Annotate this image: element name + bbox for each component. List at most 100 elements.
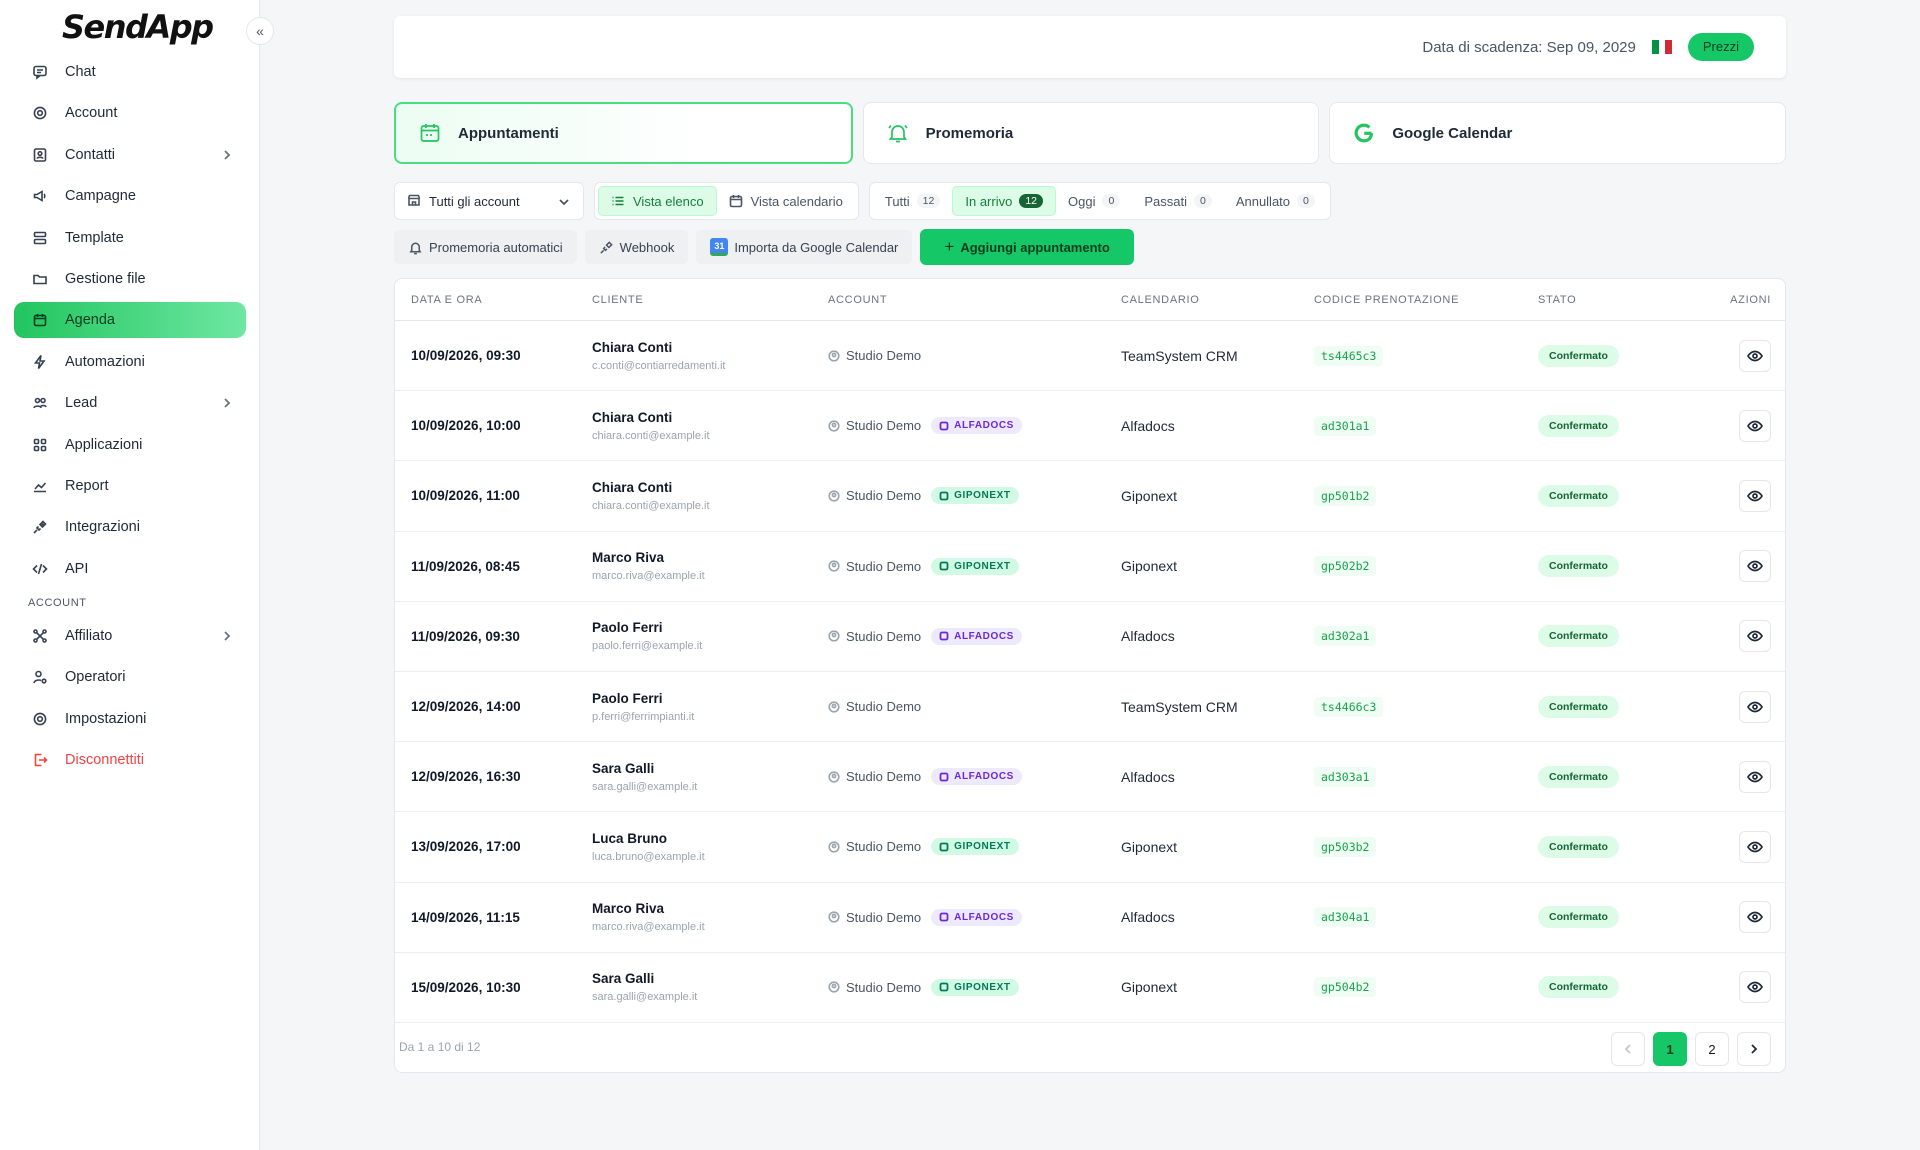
account-name: Studio Demo bbox=[846, 418, 922, 434]
tag-label: GIPONEXT bbox=[954, 841, 1011, 853]
gear-icon bbox=[32, 711, 48, 727]
status-passati[interactable]: Passati 0 bbox=[1132, 186, 1223, 216]
table-footer: Da 1 a 10 di 12 1 2 bbox=[395, 1022, 1785, 1072]
column-header[interactable]: STATO bbox=[1538, 294, 1688, 306]
actions-cell bbox=[1688, 901, 1785, 934]
table-row[interactable]: 12/09/2026, 16:30 Sara Galli sara.galli@… bbox=[395, 742, 1785, 813]
prev-page-button[interactable] bbox=[1611, 1032, 1645, 1066]
sidebar-item-contatti[interactable]: Contatti bbox=[14, 137, 246, 173]
sidebar-item-automazioni[interactable]: Automazioni bbox=[14, 344, 246, 380]
table-row[interactable]: 13/09/2026, 17:00 Luca Bruno luca.bruno@… bbox=[395, 812, 1785, 883]
italian-flag-icon[interactable] bbox=[1651, 40, 1672, 54]
auto-reminders-button[interactable]: Promemoria automatici bbox=[394, 230, 577, 264]
sidebar-item-affiliato[interactable]: Affiliato bbox=[14, 618, 246, 654]
account-cell: Studio Demo bbox=[828, 348, 1121, 363]
table-row[interactable]: 10/09/2026, 09:30 Chiara Conti c.conti@c… bbox=[395, 321, 1785, 392]
brand-logo: SendApp bbox=[62, 8, 214, 46]
table-row[interactable]: 10/09/2026, 10:00 Chiara Conti chiara.co… bbox=[395, 391, 1785, 462]
sidebar-item-label: Applicazioni bbox=[65, 436, 143, 453]
view-button[interactable] bbox=[1739, 760, 1771, 793]
view-button[interactable] bbox=[1739, 830, 1771, 863]
client-email: p.ferri@ferrimpianti.it bbox=[592, 710, 695, 723]
status-cell: Confermato bbox=[1538, 976, 1688, 999]
account-name: Studio Demo bbox=[846, 909, 922, 925]
table-row[interactable]: 15/09/2026, 10:30 Sara Galli sara.galli@… bbox=[395, 953, 1785, 1023]
view-button[interactable] bbox=[1739, 620, 1771, 653]
view-list-button[interactable]: Vista elenco bbox=[598, 186, 717, 216]
sidebar-item-template[interactable]: Template bbox=[14, 220, 246, 256]
calendar-name: Alfadocs bbox=[1121, 768, 1175, 785]
prices-button[interactable]: Prezzi bbox=[1687, 33, 1754, 61]
sidebar-item-disconnettiti[interactable]: Disconnettiti bbox=[14, 742, 246, 778]
table-row[interactable]: 10/09/2026, 11:00 Chiara Conti chiara.co… bbox=[395, 461, 1785, 532]
sidebar-item-integrazioni[interactable]: Integrazioni bbox=[14, 509, 246, 545]
client-cell: Paolo Ferri p.ferri@ferrimpianti.it bbox=[592, 691, 828, 723]
view-button[interactable] bbox=[1739, 339, 1771, 372]
sidebar-item-report[interactable]: Report bbox=[14, 468, 246, 504]
view-button[interactable] bbox=[1739, 901, 1771, 934]
column-header[interactable]: CLIENTE bbox=[592, 294, 828, 306]
view-button[interactable] bbox=[1739, 690, 1771, 723]
table-row[interactable]: 11/09/2026, 09:30 Paolo Ferri paolo.ferr… bbox=[395, 602, 1785, 672]
client-email: c.conti@contiarredamenti.it bbox=[592, 359, 726, 372]
view-button[interactable] bbox=[1739, 971, 1771, 1004]
account-name: Studio Demo bbox=[846, 979, 922, 995]
column-header[interactable]: CODICE PRENOTAZIONE bbox=[1314, 294, 1538, 306]
view-button[interactable] bbox=[1739, 479, 1771, 512]
sidebar-item-operatori[interactable]: Operatori bbox=[14, 659, 246, 695]
code-cell: ad303a1 bbox=[1314, 766, 1538, 787]
table-row[interactable]: 12/09/2026, 14:00 Paolo Ferri p.ferri@fe… bbox=[395, 672, 1785, 743]
sidebar-item-lead[interactable]: Lead bbox=[14, 385, 246, 421]
tab-google-calendar[interactable]: Google Calendar bbox=[1329, 102, 1787, 164]
page-button[interactable]: 1 bbox=[1653, 1032, 1687, 1066]
sidebar-item-label: Account bbox=[65, 105, 118, 122]
bell-icon bbox=[409, 242, 422, 254]
bell-icon bbox=[886, 121, 910, 145]
account-cell: Studio Demo GIPONEXT bbox=[828, 557, 1121, 575]
import-google-calendar-button[interactable]: 31 Importa da Google Calendar bbox=[696, 230, 913, 264]
sidebar-item-label: Campagne bbox=[65, 188, 136, 205]
sidebar-item-applicazioni[interactable]: Applicazioni bbox=[14, 427, 246, 463]
account-name: Studio Demo bbox=[846, 839, 922, 855]
account-select[interactable]: Tutti gli account bbox=[394, 182, 584, 220]
view-calendar-button[interactable]: Vista calendario bbox=[717, 186, 855, 216]
add-appointment-button[interactable]: + Aggiungi appuntamento bbox=[920, 229, 1134, 265]
appointments-table: DATA E ORA CLIENTE ACCOUNT CALENDARIO CO… bbox=[394, 278, 1786, 1073]
client-name: Luca Bruno bbox=[592, 830, 668, 846]
next-page-button[interactable] bbox=[1737, 1032, 1771, 1066]
tab-promemoria[interactable]: Promemoria bbox=[862, 102, 1320, 164]
status-annullato[interactable]: Annullato 0 bbox=[1224, 186, 1327, 216]
view-button[interactable] bbox=[1739, 550, 1771, 583]
status-in-arrivo[interactable]: In arrivo 12 bbox=[952, 186, 1057, 216]
sidebar-item-label: Report bbox=[65, 477, 109, 494]
sidebar-item-label: Affiliato bbox=[65, 628, 113, 645]
google-calendar-icon: 31 bbox=[710, 238, 729, 256]
table-row[interactable]: 14/09/2026, 11:15 Marco Riva marco.riva@… bbox=[395, 883, 1785, 953]
sidebar-item-api[interactable]: API bbox=[14, 551, 246, 587]
tab-appuntamenti[interactable]: Appuntamenti bbox=[394, 102, 853, 164]
sidebar-item-label: Agenda bbox=[65, 312, 115, 329]
collapse-sidebar-button[interactable]: « bbox=[246, 17, 274, 45]
column-header[interactable]: ACCOUNT bbox=[828, 294, 1121, 306]
status-oggi[interactable]: Oggi 0 bbox=[1056, 186, 1132, 216]
account-name: Studio Demo bbox=[846, 488, 922, 504]
sidebar-item-chat[interactable]: Chat bbox=[14, 54, 246, 90]
sidebar-item-account[interactable]: Account bbox=[14, 95, 246, 131]
table-row[interactable]: 11/09/2026, 08:45 Marco Riva marco.riva@… bbox=[395, 532, 1785, 602]
sidebar-item-agenda[interactable]: Agenda bbox=[14, 302, 246, 339]
calendar-name: TeamSystem CRM bbox=[1121, 698, 1238, 715]
webhook-button[interactable]: Webhook bbox=[584, 230, 689, 264]
status-tutti[interactable]: Tutti 12 bbox=[873, 186, 953, 216]
sidebar-item-gestione-file[interactable]: Gestione file bbox=[14, 261, 246, 297]
status-cell: Confermato bbox=[1538, 835, 1688, 858]
column-header[interactable]: DATA E ORA bbox=[395, 294, 592, 306]
column-header[interactable]: CALENDARIO bbox=[1121, 294, 1314, 306]
sidebar-item-impostazioni[interactable]: Impostazioni bbox=[14, 701, 246, 737]
sidebar-item-campagne[interactable]: Campagne bbox=[14, 178, 246, 214]
status-cell: Confermato bbox=[1538, 625, 1688, 648]
client-name: Marco Riva bbox=[592, 550, 665, 566]
view-button[interactable] bbox=[1739, 409, 1771, 442]
account-icon bbox=[828, 490, 846, 502]
page-button[interactable]: 2 bbox=[1695, 1032, 1729, 1066]
client-email: chiara.conti@example.it bbox=[592, 499, 710, 512]
